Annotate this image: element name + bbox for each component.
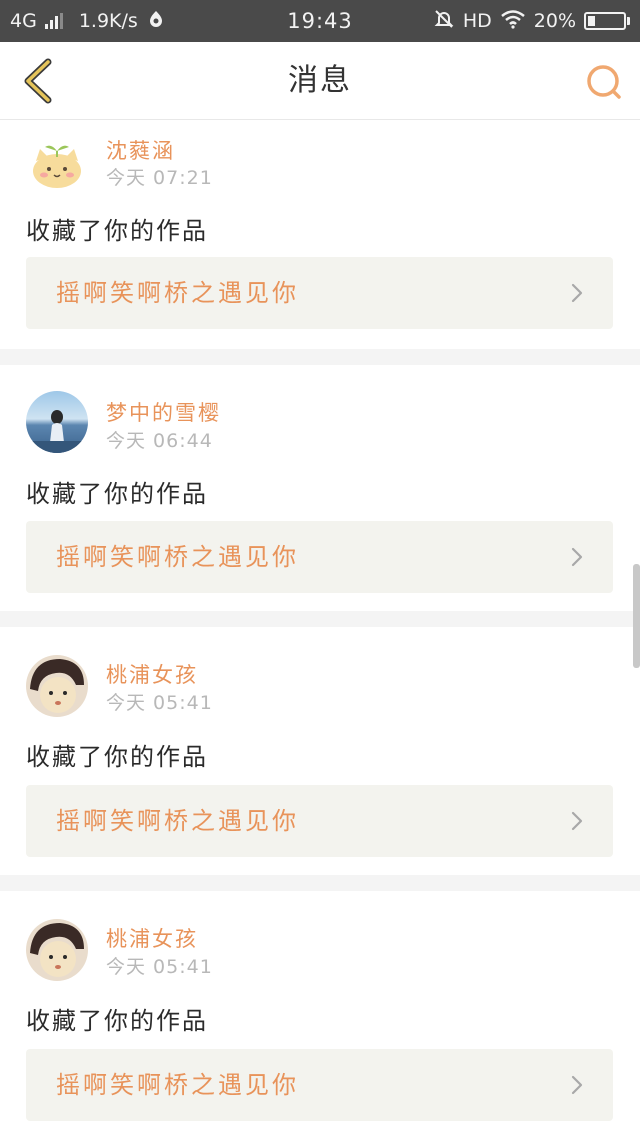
- scrollbar[interactable]: [633, 564, 640, 668]
- work-link[interactable]: 摇啊笑啊桥之遇见你: [26, 257, 613, 329]
- message-card: 梦中的雪樱 今天 06:44 收藏了你的作品 摇啊笑啊桥之遇见你: [0, 365, 640, 611]
- divider: [0, 611, 640, 627]
- status-bar: 4G 1.9K/s 19:43 HD 20%: [0, 0, 640, 42]
- wifi-icon: [500, 9, 526, 34]
- message-text: 收藏了你的作品: [26, 217, 208, 245]
- work-title: 摇啊笑啊桥之遇见你: [56, 807, 299, 835]
- message-text: 收藏了你的作品: [26, 480, 208, 508]
- message-text: 收藏了你的作品: [26, 743, 208, 771]
- user-name[interactable]: 桃浦女孩: [106, 659, 198, 689]
- hd-label: HD: [462, 10, 492, 32]
- network-type: 4G: [10, 10, 37, 32]
- work-title: 摇啊笑啊桥之遇见你: [56, 279, 299, 307]
- message-time: 今天 05:41: [106, 956, 213, 978]
- chevron-right-icon: [571, 1075, 583, 1095]
- work-link[interactable]: 摇啊笑啊桥之遇见你: [26, 521, 613, 593]
- message-time: 今天 07:21: [106, 167, 213, 189]
- search-icon: [587, 65, 621, 99]
- message-card: 沈蕤涵 今天 07:21 收藏了你的作品 摇啊笑啊桥之遇见你: [0, 121, 640, 349]
- back-button[interactable]: [14, 56, 62, 106]
- message-time: 今天 06:44: [106, 430, 213, 452]
- divider: [0, 875, 640, 891]
- page-title: 消息: [288, 63, 352, 98]
- battery-percent: 20%: [533, 10, 576, 32]
- chevron-right-icon: [571, 811, 583, 831]
- divider: [0, 349, 640, 365]
- search-button[interactable]: [582, 60, 626, 104]
- battery-icon: [584, 12, 630, 30]
- user-name[interactable]: 桃浦女孩: [106, 923, 198, 953]
- message-time: 今天 05:41: [106, 692, 213, 714]
- mute-bell-icon: [433, 8, 455, 35]
- user-name[interactable]: 沈蕤涵: [106, 135, 175, 165]
- status-left: 4G 1.9K/s: [10, 9, 166, 34]
- chevron-right-icon: [571, 283, 583, 303]
- chevron-right-icon: [571, 547, 583, 567]
- chevron-left-icon: [24, 58, 52, 104]
- message-card: 桃浦女孩 今天 05:41 收藏了你的作品 摇啊笑啊桥之遇见你: [0, 891, 640, 1138]
- work-link[interactable]: 摇啊笑啊桥之遇见你: [26, 1049, 613, 1121]
- nav-bar: 消息: [0, 42, 640, 120]
- status-right: HD 20%: [433, 8, 630, 35]
- user-name[interactable]: 梦中的雪樱: [106, 397, 221, 427]
- girl-face-avatar[interactable]: [26, 655, 88, 717]
- girl-face-avatar[interactable]: [26, 919, 88, 981]
- message-text: 收藏了你的作品: [26, 1007, 208, 1035]
- message-card: 桃浦女孩 今天 05:41 收藏了你的作品 摇啊笑啊桥之遇见你: [0, 627, 640, 875]
- girl-sea-avatar[interactable]: [26, 391, 88, 453]
- app-notify-icon: [146, 9, 166, 34]
- work-link[interactable]: 摇啊笑啊桥之遇见你: [26, 785, 613, 857]
- signal-icon: [44, 13, 63, 29]
- work-title: 摇啊笑啊桥之遇见你: [56, 543, 299, 571]
- work-title: 摇啊笑啊桥之遇见你: [56, 1071, 299, 1099]
- network-speed: 1.9K/s: [78, 10, 138, 32]
- cat-avatar-icon[interactable]: [26, 131, 88, 193]
